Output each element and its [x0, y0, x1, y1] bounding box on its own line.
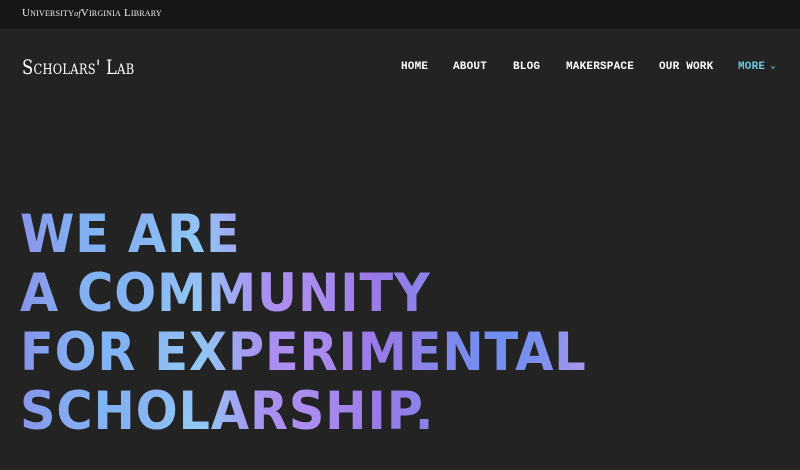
university-bar: UniversityofVirginia Library	[0, 0, 800, 29]
hero-line-3: FOR EXPERIMENTAL	[20, 323, 709, 382]
hero-line-2: A COMMUNITY	[20, 264, 709, 323]
nav-item-about[interactable]: ABOUT	[453, 61, 487, 73]
logo-text-virginia-library: Virginia Library	[80, 7, 162, 19]
page: UniversityofVirginia Library Scholars' L…	[0, 0, 800, 470]
site-title-link[interactable]: Scholars' Lab	[22, 55, 134, 79]
nav-item-blog[interactable]: BLOG	[513, 61, 540, 73]
main-navigation: HOME ABOUT BLOG MAKERSPACE OUR WORK MORE…	[400, 61, 785, 77]
uva-library-logo-link[interactable]: UniversityofVirginia Library	[22, 7, 162, 19]
logo-text-university: University	[22, 7, 75, 19]
nav-more-label: MORE	[738, 61, 766, 73]
hero-line-1: WE ARE	[20, 205, 709, 264]
nav-item-more[interactable]: MORE ⌄	[738, 61, 776, 73]
nav-item-home[interactable]: HOME	[401, 61, 428, 73]
nav-item-makerspace[interactable]: MAKERSPACE	[566, 61, 634, 73]
hero-heading: WE ARE A COMMUNITY FOR EXPERIMENTAL SCHO…	[20, 205, 760, 441]
hero-line-4: SCHOLARSHIP.	[20, 382, 709, 441]
chevron-down-icon: ⌄	[770, 61, 776, 71]
logo-text-of: of	[74, 9, 81, 18]
nav-item-our-work[interactable]: OUR WORK	[659, 61, 713, 73]
